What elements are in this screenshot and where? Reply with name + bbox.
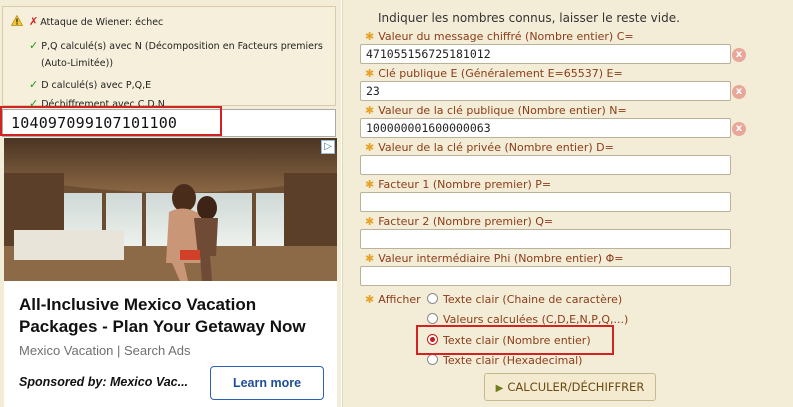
star-icon: ✱	[365, 252, 375, 265]
option-plaintext-string[interactable]: Texte clair (Chaine de caractère)	[427, 293, 622, 306]
star-icon: ✱	[365, 30, 375, 43]
result-output[interactable]: 104097099107101100	[2, 109, 336, 137]
radio-button[interactable]	[427, 354, 438, 365]
star-icon: ✱	[365, 104, 375, 117]
radio-button[interactable]	[427, 293, 438, 304]
star-icon: ✱	[365, 141, 375, 154]
star-icon: ✱	[365, 67, 375, 80]
afficher-label: ✱ Afficher	[365, 293, 421, 306]
field-label-n: ✱ Valeur de la clé publique (Nombre entie…	[365, 104, 627, 117]
option-computed-values[interactable]: Valeurs calculées (C,D,E,N,P,Q,...)	[427, 313, 628, 326]
star-icon: ✱	[365, 215, 375, 228]
star-icon: ✱	[365, 293, 375, 306]
field-label-p: ✱ Facteur 1 (Nombre premier) P=	[365, 178, 552, 191]
input-e[interactable]: 23	[360, 81, 731, 101]
ad-source: Mexico Vacation | Search Ads	[19, 343, 191, 358]
check-icon: ✓	[29, 78, 39, 91]
input-phi[interactable]	[360, 266, 731, 286]
clear-e-icon[interactable]: x	[732, 85, 746, 99]
clear-n-icon[interactable]: x	[732, 122, 746, 136]
log-line: (Auto-Limitée))	[41, 58, 114, 69]
radio-button[interactable]	[427, 313, 438, 324]
result-value: 104097099107101100	[11, 114, 178, 132]
ad-choices-icon[interactable]: ▷	[321, 140, 335, 154]
option-plaintext-hex[interactable]: Texte clair (Hexadecimal)	[427, 354, 582, 367]
clear-c-icon[interactable]: x	[732, 48, 746, 62]
x-mark-icon: ✗	[29, 15, 39, 28]
input-c[interactable]: 471055156725181012	[360, 44, 731, 64]
form-intro: Indiquer les nombres connus, laisser le …	[378, 11, 680, 25]
rsa-form: Indiquer les nombres connus, laisser le …	[342, 0, 793, 407]
input-d[interactable]	[360, 155, 731, 175]
check-icon: ✓	[29, 39, 39, 52]
input-q[interactable]	[360, 229, 731, 249]
left-panel: ✗ Attaque de Wiener: échec ✓ P,Q calculé(s…	[0, 0, 341, 407]
ad-sponsor: Sponsored by: Mexico Vac...	[19, 375, 189, 389]
field-label-e: ✱ Clé publique E (Généralement E=65537) E…	[365, 67, 623, 80]
field-label-q: ✱ Facteur 2 (Nombre premier) Q=	[365, 215, 554, 228]
ad-photo-illustration	[4, 138, 337, 281]
option-plaintext-integer[interactable]: Texte clair (Nombre entier)	[427, 334, 591, 347]
warning-icon	[11, 15, 23, 26]
input-n[interactable]: 100000001600000063	[360, 118, 731, 138]
play-icon: ▶	[495, 383, 504, 394]
star-icon: ✱	[365, 178, 375, 191]
field-label-d: ✱ Valeur de la clé privée (Nombre entier)…	[365, 141, 614, 154]
log-line: ✗ Attaque de Wiener: échec	[29, 15, 164, 28]
log-panel: ✗ Attaque de Wiener: échec ✓ P,Q calculé(s…	[2, 6, 336, 110]
log-line: ✓ D calculé(s) avec P,Q,E	[29, 78, 152, 91]
advertisement[interactable]: ▷ All-Inclusive Mexico Vacation Packages…	[4, 138, 337, 407]
input-p[interactable]	[360, 192, 731, 212]
learn-more-button[interactable]: Learn more	[210, 366, 324, 400]
field-label-phi: ✱ Valeur intermédiaire Phi (Nombre entier…	[365, 252, 624, 265]
field-label-c: ✱ Valeur du message chiffré (Nombre entie…	[365, 30, 634, 43]
log-line: ✓ P,Q calculé(s) avec N (Décomposition en…	[29, 39, 323, 52]
radio-button-selected[interactable]	[427, 334, 438, 345]
ad-title[interactable]: All-Inclusive Mexico Vacation Packages -…	[19, 294, 329, 338]
calculate-decrypt-button[interactable]: ▶ CALCULER/DÉCHIFFRER	[484, 373, 656, 401]
ad-image[interactable]: ▷	[4, 138, 337, 281]
